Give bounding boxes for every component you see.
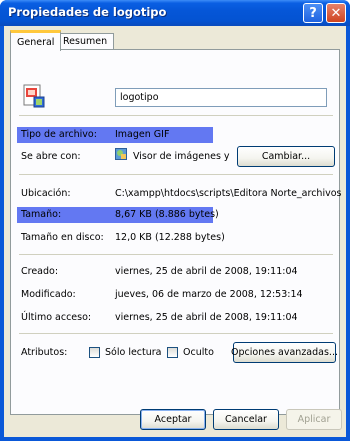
help-button[interactable]: ? xyxy=(303,3,323,23)
window-title: Propiedades de logotipo xyxy=(8,5,167,19)
location-label: Ubicación: xyxy=(21,188,71,199)
separator xyxy=(19,115,333,116)
type-label: Tipo de archivo: xyxy=(21,129,97,140)
advanced-options-button[interactable]: Opciones avanzadas... xyxy=(231,342,338,363)
tab-resumen[interactable]: Resumen xyxy=(56,33,115,50)
opens-with-value: Visor de imágenes y xyxy=(133,151,230,162)
change-button[interactable]: Cambiar... xyxy=(237,146,335,167)
separator xyxy=(19,333,333,334)
readonly-checkbox[interactable] xyxy=(89,347,100,358)
general-panel: Tipo de archivo: Imagen GIF Se abre con:… xyxy=(10,49,342,415)
dialog-client: General Resumen Tipo de archivo: Imagen … xyxy=(4,26,346,437)
accessed-value: viernes, 25 de abril de 2008, 19:11:04 xyxy=(115,312,298,323)
file-name-field[interactable] xyxy=(115,88,327,107)
modified-value: jueves, 06 de marzo de 2008, 12:53:14 xyxy=(115,289,303,300)
size-on-disk-value: 12,0 KB (12.288 bytes) xyxy=(115,232,225,243)
type-value: Imagen GIF xyxy=(115,129,170,140)
gif-image-icon xyxy=(23,84,45,108)
opens-with-label: Se abre con: xyxy=(21,151,81,162)
created-value: viernes, 25 de abril de 2008, 19:11:04 xyxy=(115,266,298,277)
separator xyxy=(19,174,333,175)
hidden-checkbox[interactable] xyxy=(167,347,178,358)
readonly-label[interactable]: Sólo lectura xyxy=(105,347,162,358)
tab-general[interactable]: General xyxy=(10,30,62,51)
separator xyxy=(19,254,333,255)
image-viewer-icon xyxy=(115,148,127,160)
title-bar[interactable]: Propiedades de logotipo ? ✕ xyxy=(0,0,350,26)
attributes-label: Atributos: xyxy=(21,347,68,358)
size-on-disk-label: Tamaño en disco: xyxy=(21,232,104,243)
location-value: C:\xampp\htdocs\scripts\Editora Norte_ar… xyxy=(115,188,342,199)
close-button[interactable]: ✕ xyxy=(326,3,346,23)
accessed-label: Último acceso: xyxy=(21,312,92,323)
modified-label: Modificado: xyxy=(21,289,76,300)
cancel-button[interactable]: Cancelar xyxy=(213,409,279,430)
properties-window: Propiedades de logotipo ? ✕ General Resu… xyxy=(0,0,350,441)
size-label: Tamaño: xyxy=(21,209,62,220)
created-label: Creado: xyxy=(21,266,59,277)
size-value: 8,67 KB (8.886 bytes) xyxy=(115,209,219,220)
apply-button[interactable]: Aplicar xyxy=(286,409,342,430)
ok-button[interactable]: Aceptar xyxy=(140,409,206,430)
hidden-label[interactable]: Oculto xyxy=(183,347,214,358)
